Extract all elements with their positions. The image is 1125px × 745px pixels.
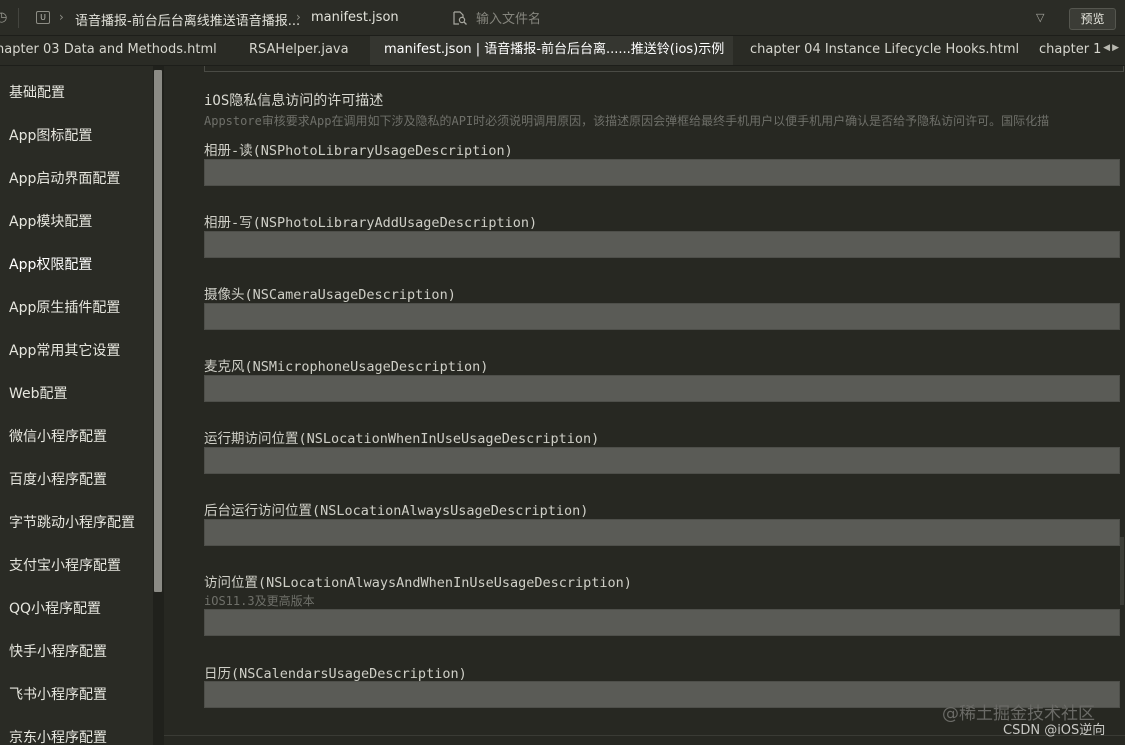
field-label: 相册-写(NSPhotoLibraryAddUsageDescription) — [204, 215, 538, 231]
permissions-panel: iOS隐私信息访问的许可描述 Appstore审核要求App在调用如下涉及隐私的… — [164, 66, 1125, 745]
sidebar-item-qq[interactable]: QQ小程序配置 — [9, 598, 101, 618]
microphone-input[interactable] — [204, 375, 1120, 402]
chevron-right-icon: › — [59, 10, 64, 24]
chevron-right-icon: › — [296, 10, 301, 24]
sidebar-item-app-icon[interactable]: App图标配置 — [9, 125, 92, 145]
field-label: 访问位置(NSLocationAlwaysAndWhenInUseUsageDe… — [204, 575, 632, 591]
field-label: 摄像头(NSCameraUsageDescription) — [204, 287, 456, 303]
sidebar-item-app-permissions[interactable]: App权限配置 — [9, 254, 92, 274]
sidebar-item-alipay[interactable]: 支付宝小程序配置 — [9, 555, 121, 575]
sidebar-item-toutiao[interactable]: 字节跳动小程序配置 — [9, 512, 135, 532]
camera-input[interactable] — [204, 303, 1120, 330]
file-search-icon — [453, 11, 467, 25]
divider — [164, 735, 1125, 736]
field-label: 相册-读(NSPhotoLibraryUsageDescription) — [204, 143, 513, 159]
location-always-input[interactable] — [204, 519, 1120, 546]
location-when-in-use-input[interactable] — [204, 447, 1120, 474]
filter-icon[interactable]: ▽ — [1036, 11, 1044, 24]
sidebar-item-jd[interactable]: 京东小程序配置 — [9, 727, 107, 745]
location-always-and-when-in-use-input[interactable] — [204, 609, 1120, 636]
preview-button[interactable]: 预览 — [1069, 8, 1116, 30]
field-label: 后台运行访问位置(NSLocationAlwaysUsageDescriptio… — [204, 503, 589, 519]
editor-tabs: hapter 03 Data and Methods.html RSAHelpe… — [0, 36, 1125, 66]
sidebar-item-app-native-plugins[interactable]: App原生插件配置 — [9, 297, 120, 317]
history-icon[interactable]: ◷ — [0, 10, 7, 25]
sidebar-item-app-splash[interactable]: App启动界面配置 — [9, 168, 120, 188]
settings-sidebar: 基础配置 App图标配置 App启动界面配置 App模块配置 App权限配置 A… — [0, 66, 153, 745]
field-label: 麦克风(NSMicrophoneUsageDescription) — [204, 359, 489, 375]
photo-library-read-input[interactable] — [204, 159, 1120, 186]
tab-rsahelper[interactable]: RSAHelper.java — [249, 36, 359, 65]
section-title: iOS隐私信息访问的许可描述 — [204, 93, 384, 109]
top-bar: ◷ U › 语音播报-前台后台离线推送语音播报... › manifest.js… — [0, 0, 1125, 36]
sidebar-item-baidu[interactable]: 百度小程序配置 — [9, 469, 107, 489]
tab-chapter-1x[interactable]: chapter 1( — [1039, 36, 1101, 65]
breadcrumb-file[interactable]: manifest.json — [311, 10, 399, 25]
main-scrollbar[interactable] — [1120, 537, 1124, 605]
tab-scroll-arrows-icon[interactable]: ◀▶ — [1103, 43, 1121, 53]
field-hint: iOS11.3及更高版本 — [204, 594, 315, 608]
project-icon[interactable]: U — [36, 11, 50, 24]
tab-chapter-03[interactable]: hapter 03 Data and Methods.html — [0, 36, 220, 65]
photo-library-write-input[interactable] — [204, 231, 1120, 258]
section-description: Appstore审核要求App在调用如下涉及隐私的API时必须说明调用原因，该描… — [204, 114, 1050, 128]
watermark-csdn: CSDN @iOS逆向 — [1003, 723, 1106, 738]
breadcrumb-project[interactable]: 语音播报-前台后台离线推送语音播报... — [75, 10, 300, 29]
sidebar-item-kuaishou[interactable]: 快手小程序配置 — [9, 641, 107, 661]
sidebar-item-weixin[interactable]: 微信小程序配置 — [9, 426, 107, 446]
divider — [18, 8, 19, 28]
field-label: 运行期访问位置(NSLocationWhenInUseUsageDescript… — [204, 431, 600, 447]
sidebar-item-app-other[interactable]: App常用其它设置 — [9, 340, 120, 360]
sidebar-item-app-modules[interactable]: App模块配置 — [9, 211, 92, 231]
previous-input-edge[interactable] — [204, 66, 1124, 72]
tab-chapter-04[interactable]: chapter 04 Instance Lifecycle Hooks.html — [750, 36, 1020, 65]
field-label: 日历(NSCalendarsUsageDescription) — [204, 666, 467, 682]
tab-manifest[interactable]: manifest.json | 语音播报-前台后台离......推送铃(ios)… — [370, 36, 733, 65]
sidebar-item-web[interactable]: Web配置 — [9, 383, 68, 403]
sidebar-item-feishu[interactable]: 飞书小程序配置 — [9, 684, 107, 704]
file-search-input[interactable] — [474, 7, 1038, 31]
sidebar-scrollbar-thumb[interactable] — [154, 70, 162, 592]
sidebar-item-basic[interactable]: 基础配置 — [9, 82, 65, 102]
